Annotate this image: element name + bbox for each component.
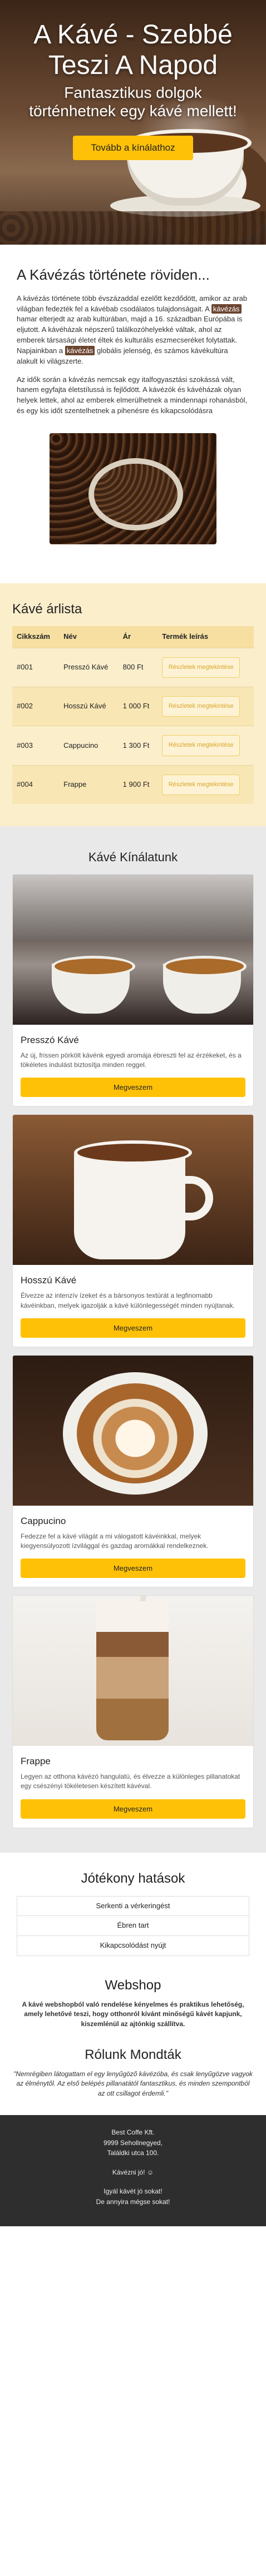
testimonial-title: Rólunk Mondták: [85, 2047, 181, 2063]
webshop-section: Webshop A kávé webshopból való rendelése…: [0, 1967, 266, 2034]
coffee-beans-image: [50, 433, 216, 544]
cell-name: Frappe: [59, 765, 119, 805]
details-button[interactable]: Részletek megtekintése: [162, 735, 240, 756]
webshop-text: A kávé webshopból való rendelése kényelm…: [22, 2000, 244, 2028]
column-header-sku: Cikkszám: [12, 626, 60, 648]
list-item: Serkenti a vérkeringést: [17, 1895, 249, 1917]
table-row: #003 Cappucino 1 300 Ft Részletek megtek…: [12, 726, 254, 766]
cell-price: 800 Ft: [118, 647, 158, 687]
history-paragraph-2: Az idők során a kávézás nemcsak egy ital…: [17, 375, 248, 415]
offer-title: Kávé Kínálatunk: [88, 850, 178, 865]
hero-subtitle: Fantasztikus dolgok történhetnek egy káv…: [29, 84, 237, 120]
frappe-glass-image: [96, 1601, 169, 1741]
cell-description: Részletek megtekintése: [157, 647, 254, 687]
buy-button[interactable]: Megveszem: [21, 1318, 245, 1338]
cell-sku: #002: [12, 686, 60, 726]
footer-greeting: Kávézni jó! ☺: [112, 2168, 154, 2176]
hero-title: A Kávé - Szebbé Teszi A Napod: [33, 20, 233, 81]
cell-name: Hosszú Kávé: [59, 686, 119, 726]
product-card-espresso: Presszó Kávé Az új, frissen pörkölt kávé…: [12, 874, 254, 1107]
card-title: Presszó Kávé: [21, 1035, 79, 1046]
footer-address-line-1: 9999 Sehollnegyed,: [103, 2138, 163, 2147]
footer-address-line-2: Találdki utca 100.: [107, 2149, 159, 2157]
card-body: Cappucino Fedezze fel a kávé világát a m…: [13, 1506, 253, 1587]
cell-price: 1 300 Ft: [118, 726, 158, 766]
footer: Best Coffe Kft. 9999 Sehollnegyed, Talál…: [0, 2115, 266, 2226]
highlight-kavezas: kávézás: [65, 345, 95, 355]
history-section: A Kávézás története röviden... A kávézás…: [0, 245, 266, 567]
list-item: Ébren tart: [17, 1915, 249, 1937]
card-text: Fedezze fel a kávé világát a mi válogato…: [21, 1532, 209, 1550]
cell-description: Részletek megtekintése: [157, 686, 254, 726]
hero-banner: A Kávé - Szebbé Teszi A Napod Fantasztik…: [0, 0, 266, 245]
price-list-section: Kávé árlista Cikkszám Név Ár Termék leír…: [0, 583, 266, 827]
espresso-cup-image: [163, 956, 247, 1014]
footer-company: Best Coffe Kft.: [111, 2128, 155, 2137]
details-button[interactable]: Részletek megtekintése: [162, 696, 240, 717]
frappe-image: [13, 1596, 253, 1746]
cell-sku: #003: [12, 726, 60, 766]
column-header-name: Név: [59, 626, 119, 648]
buy-button[interactable]: Megveszem: [21, 1558, 245, 1579]
price-list-title: Kávé árlista: [12, 601, 82, 617]
cell-price: 1 000 Ft: [118, 686, 158, 726]
history-paragraph-1: A kávézás története több évszázaddal eze…: [17, 294, 249, 367]
card-body: Presszó Kávé Az új, frissen pörkölt kávé…: [13, 1025, 253, 1106]
product-card-cappuccino: Cappucino Fedezze fel a kávé világát a m…: [12, 1354, 254, 1588]
cell-sku: #001: [12, 647, 60, 687]
table-row: #001 Presszó Kávé 800 Ft Részletek megte…: [12, 647, 254, 687]
product-card-long-coffee: Hosszú Kávé Élvezze az intenzív ízeket é…: [12, 1114, 254, 1347]
details-button[interactable]: Részletek megtekintése: [162, 774, 240, 796]
card-text: Legyen az otthona kávézó hangulatú, és é…: [21, 1772, 240, 1790]
espresso-machine-image: [13, 875, 253, 942]
history-title: A Kávézás története röviden...: [17, 266, 210, 283]
hero-coffee-beans-image: [0, 211, 266, 245]
effects-title: Jótékony hatások: [81, 1870, 185, 1886]
card-title: Cappucino: [21, 1515, 66, 1526]
column-header-description: Termék leírás: [157, 626, 254, 648]
effects-section: Jótékony hatások Serkenti a vérkeringést…: [0, 1853, 266, 1967]
card-text: Élvezze az intenzív ízeket és a bársonyo…: [21, 1292, 235, 1309]
cappuccino-image: [13, 1355, 253, 1506]
mug-handle-image: [180, 1176, 213, 1221]
cell-description: Részletek megtekintése: [157, 726, 254, 766]
hero-text: A Kávé - Szebbé Teszi A Napod Fantasztik…: [0, 19, 266, 160]
product-card-frappe: Frappe Legyen az otthona kávézó hangulat…: [12, 1595, 254, 1828]
card-title: Hosszú Kávé: [21, 1275, 77, 1286]
buy-button[interactable]: Megveszem: [21, 1799, 245, 1819]
card-title: Frappe: [21, 1756, 51, 1767]
card-text: Az új, frissen pörkölt kávénk egyedi aro…: [21, 1051, 242, 1069]
latte-art-cup-image: [63, 1372, 208, 1495]
card-body: Frappe Legyen az otthona kávézó hangulat…: [13, 1746, 253, 1827]
testimonial-text: "Nemrégiben látogattam el egy lenyűgöző …: [13, 2069, 253, 2097]
espresso-cup-image: [52, 956, 135, 1014]
offer-section: Kávé Kínálatunk Presszó Kávé Az új, fris…: [0, 826, 266, 1853]
webshop-title: Webshop: [105, 1978, 161, 1993]
table-row: #004 Frappe 1 900 Ft Részletek megtekint…: [12, 765, 254, 805]
column-header-price: Ár: [118, 626, 158, 648]
espresso-image: [13, 875, 253, 1025]
cell-name: Cappucino: [59, 726, 119, 766]
footer-line-1: Igyál kávét jó sokat!: [104, 2187, 162, 2196]
cell-name: Presszó Kávé: [59, 647, 119, 687]
price-table: Cikkszám Név Ár Termék leírás #001 Press…: [12, 626, 254, 805]
card-body: Hosszú Kávé Élvezze az intenzív ízeket é…: [13, 1265, 253, 1346]
list-item: Kikapcsolódást nyújt: [17, 1935, 249, 1957]
cell-sku: #004: [12, 765, 60, 805]
footer-line-2: De annyira mégse sokat!: [96, 2197, 170, 2206]
cell-price: 1 900 Ft: [118, 765, 158, 805]
table-header-row: Cikkszám Név Ár Termék leírás: [12, 626, 254, 648]
table-row: #002 Hosszú Kávé 1 000 Ft Részletek megt…: [12, 686, 254, 726]
coffee-mug-image: [74, 1140, 192, 1260]
highlight-kavezas: kávézás: [211, 304, 242, 314]
long-coffee-image: [13, 1115, 253, 1265]
testimonial-section: Rólunk Mondták "Nemrégiben látogattam el…: [0, 2034, 266, 2110]
buy-button[interactable]: Megveszem: [21, 1078, 245, 1098]
cell-description: Részletek megtekintése: [157, 765, 254, 805]
to-offer-button[interactable]: Tovább a kínálathoz: [73, 135, 193, 160]
details-button[interactable]: Részletek megtekintése: [162, 657, 240, 678]
